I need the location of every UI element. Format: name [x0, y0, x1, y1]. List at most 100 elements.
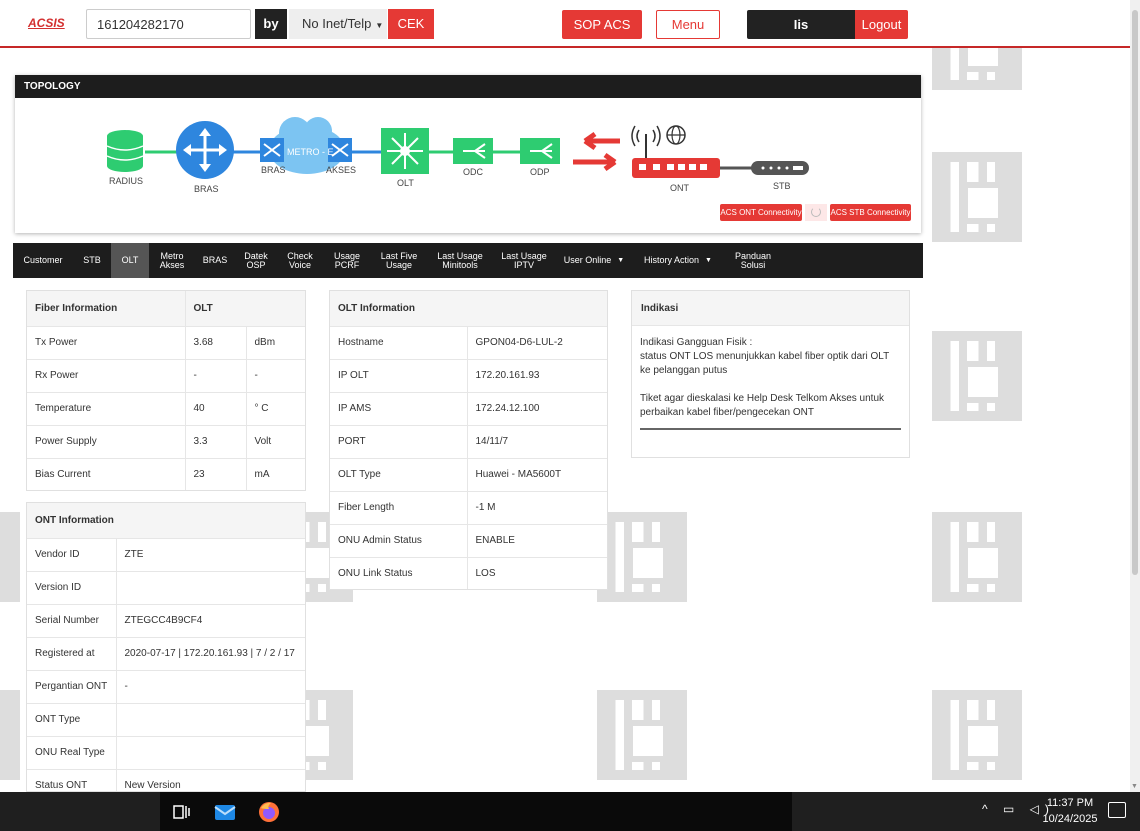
tab-bras[interactable]: BRAS: [195, 243, 235, 278]
ont-row-value: ZTEGCC4B9CF4: [116, 604, 305, 638]
stb-label: STB: [773, 181, 791, 191]
tab-history-action-label: History Action: [644, 255, 700, 265]
radius-label: RADIUS: [109, 176, 144, 186]
fiber-row-unit: dBm: [246, 326, 305, 360]
logout-button[interactable]: Logout: [855, 10, 908, 39]
olt-row-label: ONU Link Status: [330, 557, 468, 589]
fiber-row-label: Tx Power: [27, 326, 186, 360]
olt-row-value: 172.24.12.100: [467, 392, 607, 426]
ont-row-value: ZTE: [116, 538, 305, 572]
ont-info-title: ONT Information: [27, 503, 305, 539]
ont-row-label: Serial Number: [27, 604, 117, 638]
ont-row-label: Vendor ID: [27, 538, 117, 572]
olt-label: OLT: [397, 178, 414, 188]
acsis-logo[interactable]: ACSIS: [28, 16, 65, 30]
olt-row-value: LOS: [475, 567, 496, 579]
ont-row-label: Registered at: [27, 637, 117, 671]
ont-row-label: ONT Type: [27, 703, 117, 737]
tab-customer[interactable]: Customer: [13, 243, 73, 278]
firefox-icon[interactable]: [257, 800, 281, 824]
radius-db-icon: [106, 130, 144, 172]
ont-row-label: Status ONT: [27, 769, 117, 791]
indikasi-line: status ONT LOS menunjukkan kabel fiber o…: [640, 351, 890, 376]
acs-ont-connectivity-button[interactable]: ACS ONT Connectivity: [720, 204, 802, 221]
clock-time: 11:37 PM: [1046, 797, 1094, 809]
ont-row-label: Version ID: [27, 571, 117, 605]
signal-arrows-icon: [573, 131, 620, 172]
scroll-down-icon[interactable]: ▼: [1131, 783, 1138, 790]
olt-row-label: Hostname: [330, 326, 468, 360]
windows-taskbar: ^ ▭ ◁) 11:37 PM 10/24/2025: [0, 792, 1140, 831]
sop-acs-button[interactable]: SOP ACS: [562, 10, 642, 39]
page-scrollbar[interactable]: ▼: [1130, 0, 1140, 792]
indikasi-line: Indikasi Gangguan Fisik :: [640, 337, 753, 348]
ont-information-card: ONT Information Vendor ID ZTE Version ID …: [26, 502, 306, 792]
akses-label: AKSES: [326, 165, 357, 175]
tab-olt[interactable]: OLT: [111, 243, 149, 278]
tab-datek-osp[interactable]: Datek OSP: [235, 243, 277, 278]
globe-icon: [666, 125, 686, 145]
stb-box-icon: [751, 161, 809, 175]
tab-panduan-solusi[interactable]: Panduan Solusi: [723, 243, 783, 278]
olt-information-table: OLT Information Hostname GPON04-D6-LUL-2 …: [330, 291, 607, 589]
fiber-info-col-header: OLT: [185, 291, 305, 327]
top-header: ACSIS by No Inet/Telp▼ CEK SOP ACS Menu …: [0, 0, 1130, 61]
divider: [640, 428, 901, 430]
search-input[interactable]: [86, 9, 251, 39]
bras2-label: BRAS: [261, 165, 286, 175]
tab-usage-pcrf[interactable]: Usage PCRF: [323, 243, 371, 278]
tab-last-five-usage[interactable]: Last Five Usage: [371, 243, 427, 278]
tab-metro-akses[interactable]: Metro Akses: [149, 243, 195, 278]
watermark-qr: [932, 690, 1022, 780]
wifi-antenna-icon: [631, 125, 661, 158]
search-type-select[interactable]: No Inet/Telp ▼: [289, 9, 387, 39]
indikasi-card: Indikasi Indikasi Gangguan Fisik : statu…: [631, 290, 910, 458]
tab-last-usage-iptv[interactable]: Last Usage IPTV: [493, 243, 555, 278]
ont-row-value: [116, 571, 305, 605]
menu-button[interactable]: Menu: [656, 10, 720, 39]
tab-stb[interactable]: STB: [73, 243, 111, 278]
watermark-qr: [932, 331, 1022, 421]
tab-last-usage-minitools[interactable]: Last Usage Minitools: [427, 243, 493, 278]
loading-spinner-icon: [805, 204, 827, 221]
fiber-row-unit: mA: [254, 468, 270, 480]
watermark-qr: [597, 690, 687, 780]
ont-row-label: Pergantian ONT: [27, 670, 117, 704]
odc-splitter-icon: [453, 138, 493, 164]
watermark-qr: [932, 512, 1022, 602]
odc-label: ODC: [463, 167, 483, 177]
ont-row-value: [116, 703, 305, 737]
fiber-row-label: Power Supply: [27, 425, 186, 459]
olt-row-value: 172.20.161.93: [467, 359, 607, 393]
task-view-icon[interactable]: [169, 800, 193, 824]
scrollbar-thumb[interactable]: [1132, 10, 1138, 575]
fiber-row-value: 23: [185, 458, 247, 490]
taskbar-clock[interactable]: 11:37 PM 10/24/2025: [1040, 795, 1100, 827]
fiber-row-unit: Volt: [246, 425, 305, 459]
bras-label: BRAS: [194, 184, 219, 194]
olt-row-label: OLT Type: [330, 458, 468, 492]
caret-down-icon: ▼: [617, 257, 625, 264]
fiber-row-value: 3.68: [185, 326, 247, 360]
tab-user-online[interactable]: User Online ▼: [555, 243, 633, 278]
caret-down-icon: ▼: [705, 257, 712, 264]
tab-history-action[interactable]: History Action ▼: [633, 243, 723, 278]
fiber-row-unit: ° C: [246, 392, 305, 426]
olt-info-title: OLT Information: [330, 291, 607, 327]
fiber-row-label: Bias Current: [27, 458, 186, 490]
topology-title: TOPOLOGY: [15, 75, 921, 98]
mail-app-icon[interactable]: [213, 800, 237, 824]
acs-stb-connectivity-button[interactable]: ACS STB Connectivity: [830, 204, 911, 221]
caret-down-icon: ▼: [375, 21, 384, 30]
ont-row-value: New Version: [116, 769, 305, 791]
olt-row-label: IP OLT: [330, 359, 468, 393]
tab-check-voice[interactable]: Check Voice: [277, 243, 323, 278]
ont-row-value: [116, 736, 305, 770]
watermark-qr: [932, 152, 1022, 242]
ont-label: ONT: [670, 183, 689, 193]
cek-button[interactable]: CEK: [388, 9, 434, 39]
bras-router-icon: [176, 121, 234, 179]
notification-icon[interactable]: [1108, 802, 1126, 818]
metro-label: METRO - E: [287, 147, 334, 157]
olt-row-label: Fiber Length: [330, 491, 468, 525]
